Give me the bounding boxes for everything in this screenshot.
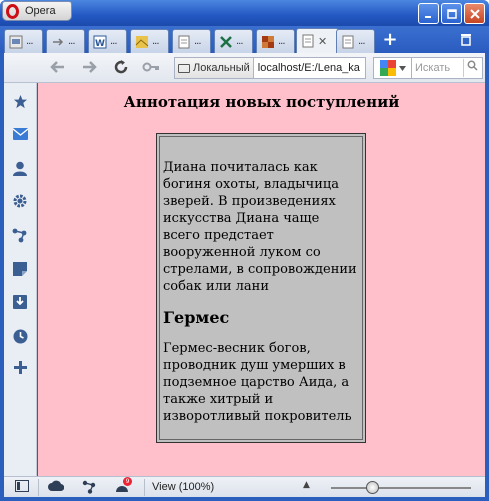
- trash-icon[interactable]: [458, 32, 474, 48]
- excel-icon: [220, 35, 232, 48]
- tab-1[interactable]: ...: [4, 29, 43, 53]
- close-window-button[interactable]: [464, 3, 485, 24]
- trash-can-icon: [461, 34, 471, 46]
- back-icon[interactable]: [49, 59, 67, 77]
- minimize-icon: [424, 15, 431, 18]
- page-icon: [342, 35, 354, 48]
- site-info-label: Локальный: [193, 62, 250, 74]
- zoom-slider-handle[interactable]: [366, 481, 379, 494]
- settings-gear-icon[interactable]: [12, 193, 28, 209]
- site-info-badge[interactable]: Локальный: [175, 58, 254, 78]
- page-content: Аннотация новых поступлений Диана почита…: [38, 83, 485, 476]
- tab-label: ...: [68, 36, 75, 47]
- notes-icon[interactable]: [12, 261, 28, 277]
- google-icon: [379, 60, 396, 76]
- tab-5[interactable]: ...: [172, 29, 211, 53]
- cloud-icon[interactable]: [48, 480, 65, 494]
- hermes-paragraph: Гермес-весник богов, проводник душ умерш…: [163, 341, 352, 424]
- status-separator: [144, 479, 145, 496]
- notification-badge: 9: [123, 477, 132, 486]
- annotation-frame[interactable]: Диана почиталась как богиня охоты, влады…: [156, 133, 366, 443]
- zoom-slider[interactable]: [331, 487, 471, 489]
- status-bar: 9 View (100%) ▲: [4, 476, 485, 497]
- add-panel-icon[interactable]: [12, 359, 28, 375]
- tab-label: ...: [278, 36, 285, 47]
- maximize-button[interactable]: [441, 3, 462, 24]
- tab-6[interactable]: ...: [214, 29, 253, 53]
- tab-label: ...: [194, 36, 201, 47]
- svg-text:W: W: [95, 39, 105, 49]
- chevron-down-icon: [398, 65, 406, 71]
- annotation-scroll-area[interactable]: Диана почиталась как богиня охоты, влады…: [159, 136, 363, 440]
- url-text[interactable]: localhost/E:/Lena_ka: [254, 62, 360, 74]
- key-icon[interactable]: [142, 59, 160, 77]
- browser-window: Opera ... ... W ... ... ... ... ... ✕ ..…: [0, 0, 489, 501]
- panel-toggle-icon[interactable]: [14, 480, 30, 494]
- image-icon: [262, 35, 274, 48]
- search-icon[interactable]: [463, 59, 481, 77]
- zoom-up-icon[interactable]: ▲: [303, 480, 310, 490]
- tab-strip: ... ... W ... ... ... ... ... ✕ ... +: [0, 26, 489, 53]
- status-separator: [38, 479, 39, 496]
- tab-9[interactable]: ...: [336, 29, 375, 53]
- opera-logo-icon: [6, 3, 19, 19]
- address-bar[interactable]: Локальный localhost/E:/Lena_ka: [174, 57, 366, 79]
- close-tab-icon[interactable]: ✕: [318, 35, 327, 48]
- new-tab-icon[interactable]: +: [382, 31, 398, 49]
- contacts-icon[interactable]: [12, 160, 28, 176]
- tab-2[interactable]: ...: [46, 29, 85, 53]
- unite-share-icon[interactable]: [12, 227, 28, 243]
- tab-label: ...: [358, 36, 365, 47]
- reload-icon[interactable]: [112, 59, 130, 77]
- maximize-icon: [446, 8, 457, 19]
- address-toolbar: Локальный localhost/E:/Lena_ka Искать: [4, 53, 485, 83]
- hermes-heading: Гермес: [163, 308, 230, 327]
- opera-menu-label: Opera: [25, 5, 56, 17]
- monitor-icon: [178, 63, 190, 73]
- image-icon: [135, 35, 149, 48]
- minimize-button[interactable]: [418, 3, 439, 24]
- forward-icon[interactable]: [80, 59, 98, 77]
- page-icon: [302, 34, 314, 48]
- window-controls: [418, 3, 485, 24]
- page-icon: [178, 35, 190, 48]
- unite-icon[interactable]: [81, 480, 97, 494]
- page-icon: [9, 35, 23, 48]
- tab-7[interactable]: ...: [256, 29, 295, 53]
- mail-icon[interactable]: [12, 126, 28, 142]
- tab-8-active[interactable]: ✕: [296, 28, 339, 53]
- diana-paragraph: Диана почиталась как богиня охоты, влады…: [163, 160, 357, 294]
- opera-menu-button[interactable]: Opera: [2, 1, 72, 21]
- tab-3[interactable]: W ...: [88, 29, 127, 53]
- page-title: Аннотация новых поступлений: [123, 93, 400, 111]
- close-icon: [469, 8, 480, 19]
- arrow-icon: [53, 37, 64, 46]
- word-icon: W: [93, 35, 107, 49]
- zoom-label[interactable]: View (100%): [152, 481, 214, 493]
- tab-label: ...: [236, 36, 243, 47]
- tab-4[interactable]: ...: [130, 29, 169, 53]
- downloads-icon[interactable]: [12, 294, 28, 310]
- search-input[interactable]: Искать: [411, 57, 483, 79]
- bookmarks-star-icon[interactable]: [12, 93, 28, 109]
- search-engine-selector[interactable]: [373, 57, 411, 79]
- tab-label: ...: [152, 36, 159, 47]
- side-panel: [4, 83, 37, 476]
- search-placeholder: Искать: [415, 62, 451, 74]
- history-clock-icon[interactable]: [12, 328, 28, 344]
- tab-label: ...: [110, 36, 117, 47]
- title-bar: Opera: [0, 0, 489, 26]
- tab-label: ...: [26, 36, 33, 47]
